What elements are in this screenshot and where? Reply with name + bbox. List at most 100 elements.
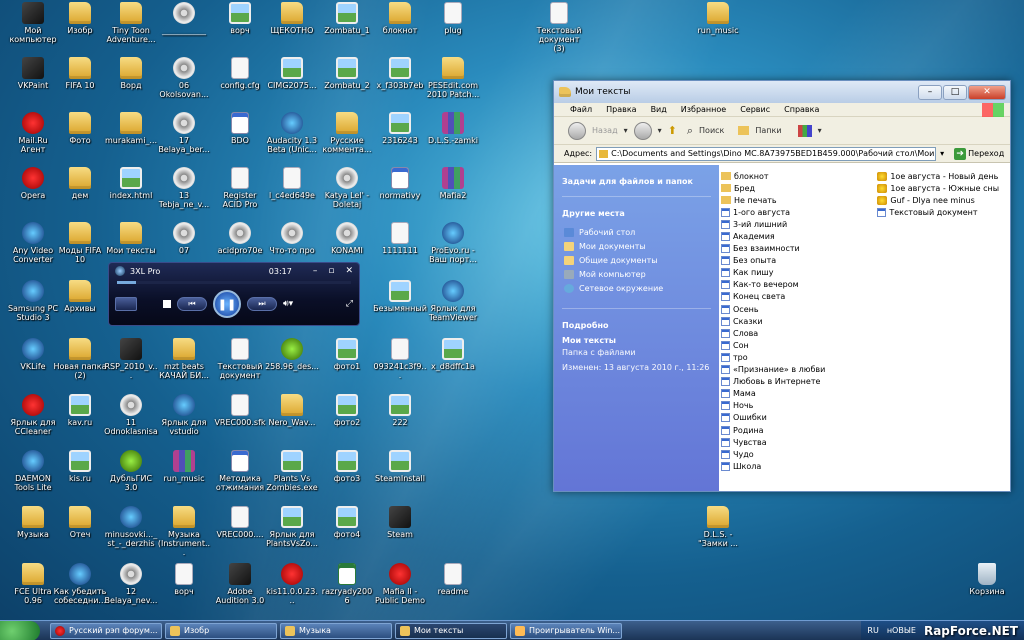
file-item[interactable]: Осень: [721, 303, 825, 315]
explorer-titlebar[interactable]: Мои тексты – □ ✕: [554, 81, 1010, 103]
back-button[interactable]: Назад: [592, 126, 618, 135]
desktop-icon[interactable]: razryady2006: [320, 563, 374, 605]
desktop-icon[interactable]: D.L.S.-zamki: [426, 112, 480, 145]
file-item[interactable]: Как пишу: [721, 267, 825, 279]
desktop-icon[interactable]: Музыка: [6, 506, 60, 539]
desktop-icon[interactable]: mzt beats КАЧАЙ БИ...: [157, 338, 211, 380]
file-item[interactable]: 1ое августа - Новый день: [877, 170, 999, 182]
tasks-header[interactable]: Задачи для файлов и папок: [562, 177, 711, 186]
file-item[interactable]: Без взаимности: [721, 243, 825, 255]
desktop-icon[interactable]: Mail.Ru Агент: [6, 112, 60, 154]
desktop-icon[interactable]: run_music: [157, 450, 211, 483]
pause-button[interactable]: ❚❚: [213, 290, 241, 318]
desktop-icon[interactable]: Ярлык для TeamViewer: [426, 280, 480, 322]
file-item[interactable]: Школа: [721, 460, 825, 472]
search-button[interactable]: Поиск: [699, 126, 724, 135]
file-item[interactable]: Как-то вечером: [721, 279, 825, 291]
desktop-icon[interactable]: Новая папка (2): [53, 338, 107, 380]
fullscreen-icon[interactable]: ⤢: [346, 299, 353, 309]
desktop-icon[interactable]: Ярлык для vstudio: [157, 394, 211, 436]
desktop-icon[interactable]: FCE Ultra 0.96: [6, 563, 60, 605]
player-close-button[interactable]: ✕: [345, 266, 353, 276]
playlist-button[interactable]: [115, 297, 137, 311]
menu-tools[interactable]: Сервис: [740, 105, 770, 114]
file-item[interactable]: Сказки: [721, 315, 825, 327]
place-shared-documents[interactable]: Общие документы: [564, 254, 711, 266]
player-minimize-button[interactable]: –: [313, 266, 318, 276]
file-item[interactable]: Сон: [721, 339, 825, 351]
desktop-icon[interactable]: Фото: [53, 112, 107, 145]
desktop-icon[interactable]: 11 Odnoklasnisa: [104, 394, 158, 436]
desktop-icon[interactable]: 222: [373, 394, 427, 427]
desktop-icon[interactable]: Отеч: [53, 506, 107, 539]
desktop-icon[interactable]: Mafia2: [426, 167, 480, 200]
desktop-icon[interactable]: VREC000.sfk: [213, 394, 267, 427]
desktop-icon[interactable]: 093241c3f9...: [373, 338, 427, 380]
desktop-icon[interactable]: Что-то про: [265, 222, 319, 255]
tray-text[interactable]: нОВЫЕ: [887, 626, 916, 635]
desktop-icon[interactable]: kis11.0.0.23...: [265, 563, 319, 605]
desktop-icon[interactable]: VREC000....: [213, 506, 267, 539]
desktop-icon[interactable]: Plants Vs Zombies.exe: [265, 450, 319, 492]
explorer-window[interactable]: Мои тексты – □ ✕ Файл Правка Вид Избранн…: [553, 80, 1011, 492]
desktop-icon[interactable]: 1111111: [373, 222, 427, 255]
desktop-icon[interactable]: Steam: [373, 506, 427, 539]
desktop-icon[interactable]: Adobe Audition 3.0: [213, 563, 267, 605]
file-item[interactable]: Чувства: [721, 436, 825, 448]
desktop-icon[interactable]: 17 Belaya_ber...: [157, 112, 211, 154]
desktop-icon[interactable]: x_d8dffc1a: [426, 338, 480, 371]
address-dropdown-icon[interactable]: ▾: [940, 149, 944, 158]
taskbar-item[interactable]: Проигрыватель Win...: [510, 622, 622, 639]
desktop-icon[interactable]: ДубльГИС 3.0: [104, 450, 158, 492]
desktop-icon[interactable]: ЩЕКОТНО: [265, 2, 319, 35]
desktop-icon[interactable]: Текстовый документ (3): [532, 2, 586, 53]
desktop-icon[interactable]: Текстовый документ: [213, 338, 267, 380]
desktop-icon[interactable]: Zombatu_2: [320, 57, 374, 90]
desktop-icon[interactable]: x_f303b7eb: [373, 57, 427, 90]
file-item[interactable]: Ночь: [721, 400, 825, 412]
desktop-icon[interactable]: acidpro70e: [213, 222, 267, 255]
desktop-icon[interactable]: Ворд: [104, 57, 158, 90]
taskbar-item[interactable]: Музыка: [280, 622, 392, 639]
desktop-icon[interactable]: фото4: [320, 506, 374, 539]
desktop-icon[interactable]: ворч: [213, 2, 267, 35]
player-restore-button[interactable]: ▫: [328, 266, 334, 276]
desktop-icon[interactable]: 2316243: [373, 112, 427, 145]
desktop-icon[interactable]: RSP_2010_v...: [104, 338, 158, 380]
desktop-icon[interactable]: FIFA 10: [53, 57, 107, 90]
file-item[interactable]: 3-ий лишний: [721, 218, 825, 230]
desktop-icon[interactable]: Методика отжимания: [213, 450, 267, 492]
desktop-icon[interactable]: kis.ru: [53, 450, 107, 483]
desktop-icon[interactable]: Zombatu_1: [320, 2, 374, 35]
desktop-icon[interactable]: Audacity 1.3 Beta (Unic...: [265, 112, 319, 154]
desktop-icon[interactable]: readme: [426, 563, 480, 596]
desktop-icon[interactable]: Безымянный: [373, 280, 427, 313]
desktop-icon[interactable]: VKPaint: [6, 57, 60, 90]
place-my-computer[interactable]: Мой компьютер: [564, 268, 711, 280]
forward-dropdown-icon[interactable]: ▾: [658, 126, 662, 135]
file-item[interactable]: 1ое августа - Южные сны: [877, 182, 999, 194]
desktop-icon[interactable]: CIMG2075...: [265, 57, 319, 90]
menu-file[interactable]: Файл: [570, 105, 592, 114]
desktop-icon[interactable]: Корзина: [960, 563, 1014, 596]
desktop-icon[interactable]: фото2: [320, 394, 374, 427]
desktop-icon[interactable]: Register ACID Pro: [213, 167, 267, 209]
language-indicator[interactable]: RU: [867, 626, 878, 635]
taskbar-item[interactable]: Русский рэп форум...: [50, 622, 162, 639]
places-header[interactable]: Другие места: [562, 209, 711, 218]
details-header[interactable]: Подробно: [562, 321, 711, 330]
folders-button[interactable]: Папки: [755, 126, 781, 135]
volume-icon[interactable]: 🔊︎▾: [283, 299, 293, 309]
desktop-icon[interactable]: Мои тексты: [104, 222, 158, 255]
desktop-icon[interactable]: Ярлык для PlantsVsZo...: [265, 506, 319, 548]
next-button[interactable]: ⏭: [247, 297, 277, 311]
desktop-icon[interactable]: блокнот: [373, 2, 427, 35]
desktop-icon[interactable]: config.cfg: [213, 57, 267, 90]
minimize-button[interactable]: –: [918, 84, 942, 100]
views-icon[interactable]: [797, 124, 812, 137]
desktop-icon[interactable]: фото1: [320, 338, 374, 371]
desktop-icon[interactable]: Opera: [6, 167, 60, 200]
file-item[interactable]: Бред: [721, 182, 825, 194]
file-item[interactable]: Любовь в Интернете: [721, 376, 825, 388]
file-item[interactable]: Конец света: [721, 291, 825, 303]
